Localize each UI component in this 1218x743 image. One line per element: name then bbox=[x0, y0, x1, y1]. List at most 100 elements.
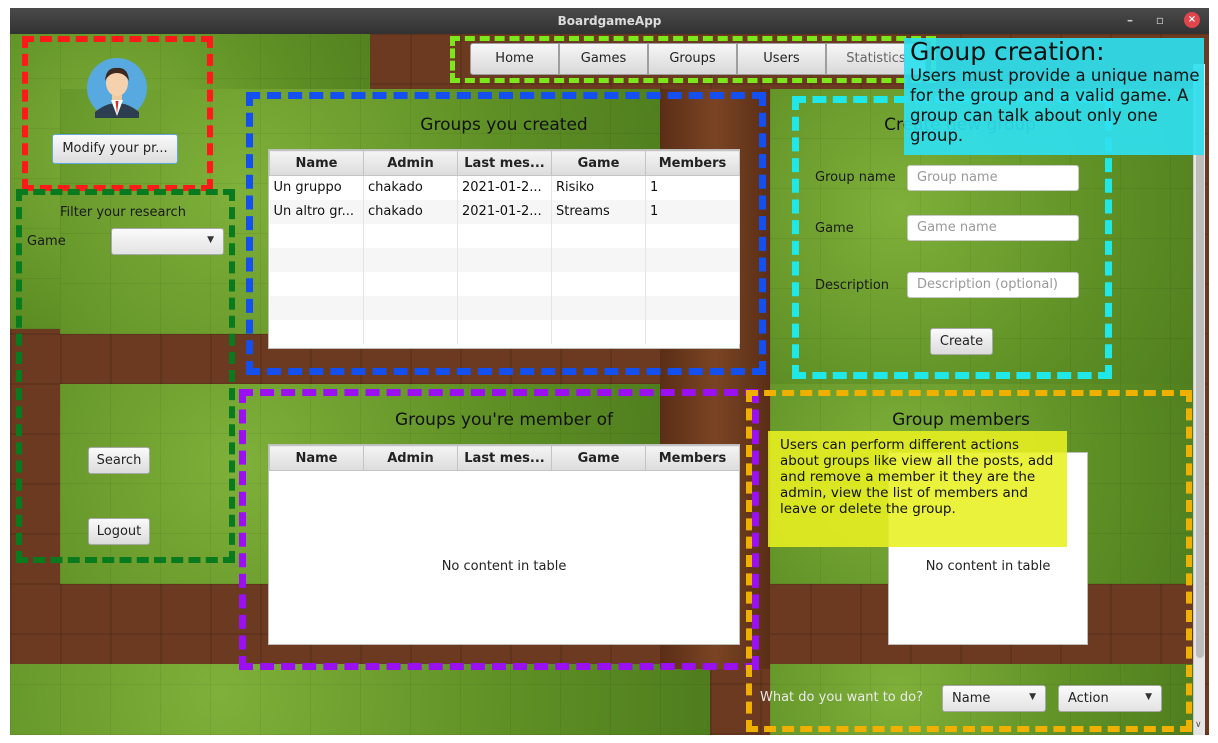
member-action-select[interactable]: Action ▼ bbox=[1058, 685, 1162, 712]
nav-users-button[interactable]: Users bbox=[737, 43, 826, 75]
group-game-label: Game bbox=[815, 221, 854, 236]
table-cell bbox=[645, 295, 740, 320]
table-cell bbox=[645, 247, 740, 272]
table-row[interactable] bbox=[269, 223, 740, 248]
table-cell bbox=[269, 271, 364, 296]
member-groups-heading: Groups you're member of bbox=[394, 410, 613, 430]
nav-groups-button[interactable]: Groups bbox=[648, 43, 737, 75]
table-cell bbox=[551, 271, 646, 296]
table-cell: chakado bbox=[363, 199, 458, 224]
table-cell bbox=[645, 271, 740, 296]
filter-title: Filter your research bbox=[60, 205, 186, 220]
column-header[interactable]: Name bbox=[269, 150, 364, 176]
member-groups-empty: No content in table bbox=[441, 559, 567, 574]
member-groups-grid: Name Admin Last mes... Game Members bbox=[269, 445, 740, 471]
table-cell: Streams bbox=[551, 199, 646, 224]
table-cell bbox=[645, 319, 740, 344]
table-cell bbox=[269, 295, 364, 320]
filter-game-select[interactable]: ▼ bbox=[111, 228, 224, 255]
creation-annotation: Group creation: Users must provide a uni… bbox=[904, 38, 1204, 155]
group-description-label: Description bbox=[815, 278, 890, 293]
table-cell: Un gruppo bbox=[269, 175, 364, 200]
title-bar[interactable]: BoardgameApp – ▫ × bbox=[10, 8, 1209, 34]
group-game-input[interactable]: Game name bbox=[907, 215, 1079, 241]
member-action-select-value: Action bbox=[1068, 691, 1109, 706]
table-row[interactable]: Un gruppo chakado 2021-01-2... Risiko 1 bbox=[269, 175, 740, 200]
table-cell: 1 bbox=[645, 199, 740, 224]
background-tile bbox=[10, 664, 710, 735]
column-header[interactable]: Admin bbox=[363, 150, 458, 176]
group-name-label: Group name bbox=[815, 170, 896, 185]
nav-home-button[interactable]: Home bbox=[470, 43, 559, 75]
main-view: Home Games Groups Users Statistics Modif… bbox=[10, 34, 1209, 735]
table-cell: chakado bbox=[363, 175, 458, 200]
vertical-scrollbar[interactable]: ∨ bbox=[1193, 64, 1205, 735]
table-cell: 2021-01-2... bbox=[457, 199, 552, 224]
window-title: BoardgameApp bbox=[557, 14, 662, 28]
nav-games-button[interactable]: Games bbox=[559, 43, 648, 75]
user-avatar-icon bbox=[87, 58, 147, 118]
avatar bbox=[87, 58, 147, 118]
maximize-icon[interactable]: ▫ bbox=[1152, 12, 1168, 28]
member-name-select[interactable]: Name ▼ bbox=[942, 685, 1046, 712]
created-groups-heading: Groups you created bbox=[420, 115, 588, 135]
column-header[interactable]: Members bbox=[645, 150, 740, 176]
column-header[interactable]: Last mes... bbox=[457, 150, 552, 176]
group-name-input[interactable]: Group name bbox=[907, 165, 1079, 191]
table-row[interactable] bbox=[269, 295, 740, 320]
table-row[interactable]: Un altro gr... chakado 2021-01-2... Streams… bbox=[269, 199, 740, 224]
chevron-down-icon: ▼ bbox=[1145, 692, 1152, 702]
close-icon[interactable]: × bbox=[1184, 12, 1200, 28]
table-cell bbox=[551, 295, 646, 320]
created-groups-grid: Name Admin Last mes... Game Members Un grupp… bbox=[269, 150, 740, 344]
table-cell bbox=[457, 319, 552, 344]
chevron-down-icon[interactable]: ∨ bbox=[1195, 720, 1202, 730]
table-row[interactable] bbox=[269, 319, 740, 344]
column-header[interactable]: Game bbox=[551, 150, 646, 176]
search-button[interactable]: Search bbox=[88, 447, 150, 474]
table-cell: 1 bbox=[645, 175, 740, 200]
app-window: BoardgameApp – ▫ × Home Games Groups Use… bbox=[10, 8, 1209, 735]
table-cell bbox=[269, 223, 364, 248]
column-header[interactable]: Members bbox=[645, 445, 740, 471]
table-row[interactable] bbox=[269, 247, 740, 272]
column-header[interactable]: Admin bbox=[363, 445, 458, 471]
table-cell bbox=[457, 247, 552, 272]
chevron-down-icon: ▼ bbox=[1029, 692, 1036, 702]
action-prompt: What do you want to do? bbox=[760, 690, 924, 705]
group-members-empty: No content in table bbox=[925, 559, 1051, 574]
member-groups-table: Name Admin Last mes... Game Members No conte… bbox=[268, 444, 740, 645]
table-cell bbox=[551, 319, 646, 344]
minimize-icon[interactable]: – bbox=[1122, 12, 1138, 28]
column-header[interactable]: Name bbox=[269, 445, 364, 471]
group-members-heading: Group members bbox=[892, 410, 1030, 430]
table-cell bbox=[269, 319, 364, 344]
table-cell bbox=[551, 223, 646, 248]
column-header[interactable]: Game bbox=[551, 445, 646, 471]
table-cell bbox=[363, 223, 458, 248]
table-cell bbox=[457, 271, 552, 296]
chevron-down-icon: ▼ bbox=[207, 235, 214, 245]
table-cell: 2021-01-2... bbox=[457, 175, 552, 200]
create-group-button[interactable]: Create bbox=[930, 328, 993, 355]
table-cell bbox=[363, 247, 458, 272]
table-cell bbox=[269, 247, 364, 272]
creation-annotation-text: Users must provide a unique name for the… bbox=[910, 66, 1200, 145]
modify-profile-button[interactable]: Modify your pr... bbox=[52, 134, 178, 164]
table-cell bbox=[457, 295, 552, 320]
scrollbar-thumb[interactable] bbox=[1196, 68, 1204, 658]
group-description-input[interactable]: Description (optional) bbox=[907, 272, 1079, 298]
table-row[interactable] bbox=[269, 271, 740, 296]
logout-button[interactable]: Logout bbox=[88, 518, 150, 545]
created-groups-table: Name Admin Last mes... Game Members Un grupp… bbox=[268, 149, 740, 349]
table-cell: Un altro gr... bbox=[269, 199, 364, 224]
actions-annotation: Users can perform different actions abou… bbox=[768, 431, 1067, 547]
table-cell bbox=[645, 223, 740, 248]
column-header[interactable]: Last mes... bbox=[457, 445, 552, 471]
table-cell: Risiko bbox=[551, 175, 646, 200]
table-cell bbox=[457, 223, 552, 248]
table-cell bbox=[551, 247, 646, 272]
creation-annotation-title: Group creation: bbox=[910, 37, 1105, 66]
member-name-select-value: Name bbox=[952, 691, 991, 706]
filter-game-label: Game bbox=[27, 234, 66, 249]
